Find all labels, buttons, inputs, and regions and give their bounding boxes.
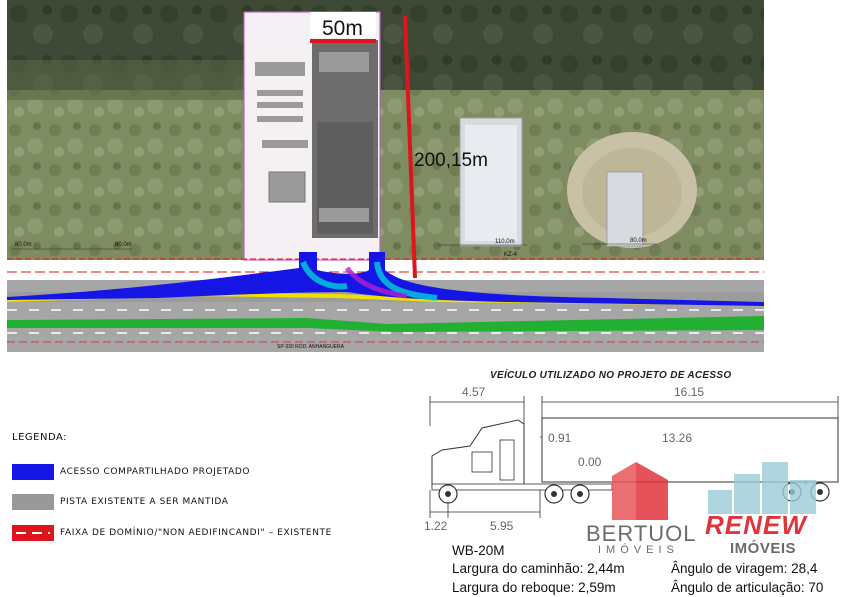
aerial-site-plan: 50m 200,15m 80,0m 80,0m 110,0m 80,0m KZ-…	[7, 0, 764, 352]
legend-item-row: FAIXA DE DOMÍNIO/"NON AEDIFINCANDI" – EX…	[12, 524, 332, 542]
dim-trailer-length: 16.15	[674, 385, 704, 399]
legend-item-access: ACESSO COMPARTILHADO PROJETADO	[12, 463, 250, 481]
dim-091: 0.91	[548, 431, 572, 445]
legend-swatch-blue	[12, 464, 54, 480]
label-kz: KZ-4	[504, 252, 518, 258]
dimension-width-label: 50m	[322, 17, 363, 40]
label-110: 110,0m	[495, 239, 515, 245]
renew-sub: IMÓVEIS	[730, 540, 797, 557]
spec-articulation-angle: Ângulo de articulação: 70	[671, 580, 824, 595]
legend-swatch-gray	[12, 494, 54, 510]
legend-label-row: FAIXA DE DOMÍNIO/"NON AEDIFINCANDI" – EX…	[60, 528, 332, 538]
existing-warehouse-small	[606, 171, 644, 247]
label-80-left-b: 80,0m	[115, 242, 132, 248]
legend-label-access: ACESSO COMPARTILHADO PROJETADO	[60, 467, 251, 477]
legend-item-existing: PISTA EXISTENTE A SER MANTIDA	[12, 493, 228, 511]
dim-wheelbase: 5.95	[490, 519, 514, 533]
legend-swatch-red-dashed	[12, 525, 54, 541]
legend-title: LEGENDA:	[12, 432, 67, 443]
spec-truck-width: Largura do caminhão: 2,44m	[452, 561, 625, 576]
dim-front-overhang: 1.22	[424, 519, 448, 533]
legend-label-existing: PISTA EXISTENTE A SER MANTIDA	[60, 497, 229, 507]
vehicle-model: WB-20M	[452, 543, 505, 558]
dim-cab-length: 4.57	[462, 385, 486, 399]
dim-1326: 13.26	[662, 431, 692, 445]
truck-cab-outline	[431, 419, 525, 487]
spec-turning-angle: Ângulo de viragem: 28,4	[671, 561, 818, 576]
label-80-left: 80,0m	[15, 242, 32, 248]
label-80-right: 80,0m	[630, 238, 647, 244]
spec-trailer-width: Largura do reboque: 2,59m	[452, 580, 616, 595]
renew-name: RENEW	[705, 510, 807, 540]
road-name-label: SP-330 ROD. ANHANGUERA	[277, 344, 345, 350]
bertuol-sub: IMÓVEIS	[598, 544, 679, 556]
dimension-depth-label: 200,15m	[414, 150, 488, 171]
